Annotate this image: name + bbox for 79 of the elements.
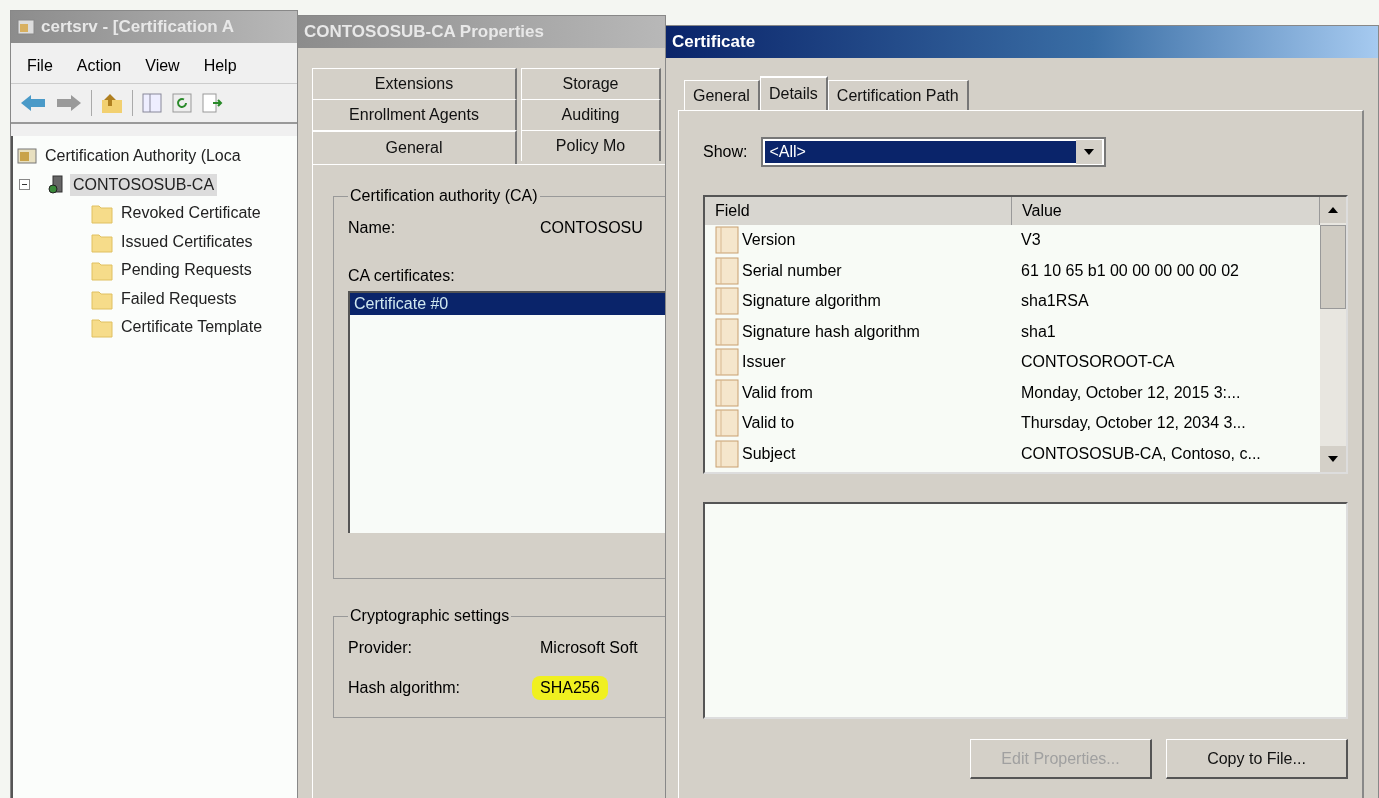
field-label: CA certificates: <box>348 267 456 286</box>
tree-item[interactable]: Failed Requests <box>118 287 240 310</box>
column-header[interactable]: Field <box>705 197 1012 225</box>
tab[interactable]: Storage <box>521 68 661 99</box>
table-cell: Version <box>742 231 796 250</box>
table-cell-text: Monday, October 12, 2015 3:... <box>1020 382 1242 403</box>
tree-item[interactable]: Revoked Certificate <box>118 202 264 225</box>
table-cell-text: V3 <box>1020 230 1042 251</box>
field-label: Name: <box>348 219 397 237</box>
scrollbar[interactable] <box>1320 197 1346 472</box>
export-list-icon[interactable] <box>201 92 223 114</box>
folder-icon <box>91 202 113 225</box>
field-label: Hash algorithm: <box>348 679 462 697</box>
window-title: certsrv - [Certification A <box>41 17 235 37</box>
collapse-icon[interactable] <box>19 179 30 191</box>
document-icon <box>715 439 739 468</box>
refresh-icon[interactable] <box>171 92 193 114</box>
document-icon <box>715 378 739 407</box>
back-arrow-icon[interactable] <box>19 93 47 113</box>
dialog-button[interactable]: Copy to File... <box>1166 739 1348 779</box>
tab[interactable]: Auditing <box>521 99 661 130</box>
table-cell-text: 61 10 65 b1 00 00 00 00 00 02 <box>1020 260 1240 281</box>
table-cell-text: sha1 <box>1020 321 1057 342</box>
table-cell: Signature algorithm <box>742 292 881 311</box>
scroll-down-icon[interactable] <box>1320 446 1346 472</box>
show-dropdown[interactable]: <All> <box>761 137 1107 167</box>
tree-item[interactable]: Issued Certificates <box>118 230 256 253</box>
scroll-up-icon[interactable] <box>1320 197 1346 223</box>
tree-item[interactable]: Certification Authority (Loca <box>42 145 244 168</box>
table-cell-text: sha1RSA <box>1020 291 1090 312</box>
tree-item[interactable]: Certificate Template <box>118 316 266 339</box>
pane-toggle-icon[interactable] <box>141 92 163 114</box>
ca-console-icon <box>17 147 37 166</box>
group-title: Cryptographic settings <box>349 607 511 625</box>
tab[interactable]: Enrollment Agents <box>312 99 517 130</box>
table-cell: Serial number <box>742 261 842 280</box>
tab[interactable]: General <box>684 80 760 110</box>
document-icon <box>715 348 739 377</box>
tab[interactable]: General <box>312 130 517 164</box>
table-cell: Valid from <box>742 383 813 402</box>
up-folder-icon[interactable] <box>100 92 124 114</box>
tab[interactable]: Details <box>759 76 828 110</box>
tab[interactable]: Extensions <box>312 68 517 99</box>
folder-icon <box>91 316 113 339</box>
group-title: Certification authority (CA) <box>349 187 539 205</box>
tree-item[interactable]: CONTOSOSUB-CA <box>70 173 218 196</box>
list-item[interactable]: Certificate #0 <box>350 293 665 315</box>
console-app-icon <box>17 18 35 36</box>
field-value: CONTOSOSU <box>540 219 643 237</box>
field-value: Microsoft Soft <box>540 639 638 657</box>
document-icon <box>715 287 739 316</box>
menu-item[interactable]: Action <box>66 55 132 77</box>
table-cell-text: Thursday, October 12, 2034 3... <box>1020 413 1247 434</box>
window-title: Certificate <box>672 32 756 52</box>
document-icon <box>715 226 739 255</box>
table-cell: Subject <box>742 444 796 463</box>
menu-item[interactable]: View <box>135 55 190 77</box>
menu-item[interactable]: Help <box>193 55 247 77</box>
table-cell-text: CONTOSOROOT-CA <box>1020 352 1176 373</box>
tab[interactable]: Certification Path <box>827 80 969 110</box>
tree-item[interactable]: Pending Requests <box>118 259 255 282</box>
field-label: Provider: <box>348 639 414 657</box>
server-icon <box>47 174 65 195</box>
menu-item[interactable]: File <box>17 55 63 77</box>
document-icon <box>715 317 739 346</box>
table-cell: Valid to <box>742 414 795 433</box>
certificate-list[interactable]: Certificate #0 <box>348 291 665 533</box>
document-icon <box>715 256 739 285</box>
forward-arrow-icon[interactable] <box>55 93 83 113</box>
window-title: CONTOSOSUB-CA Properties <box>304 22 544 42</box>
tab[interactable]: Policy Mo <box>521 130 661 161</box>
highlighted-value: SHA256 <box>532 676 608 700</box>
folder-icon <box>91 259 113 282</box>
document-icon <box>715 409 739 438</box>
scrollbar-thumb[interactable] <box>1320 225 1346 309</box>
table-cell-text: CONTOSOSUB-CA, Contoso, c... <box>1020 443 1262 464</box>
table-cell: Issuer <box>742 353 786 372</box>
field-label: Show: <box>703 143 748 161</box>
table-cell: Signature hash algorithm <box>742 322 920 341</box>
